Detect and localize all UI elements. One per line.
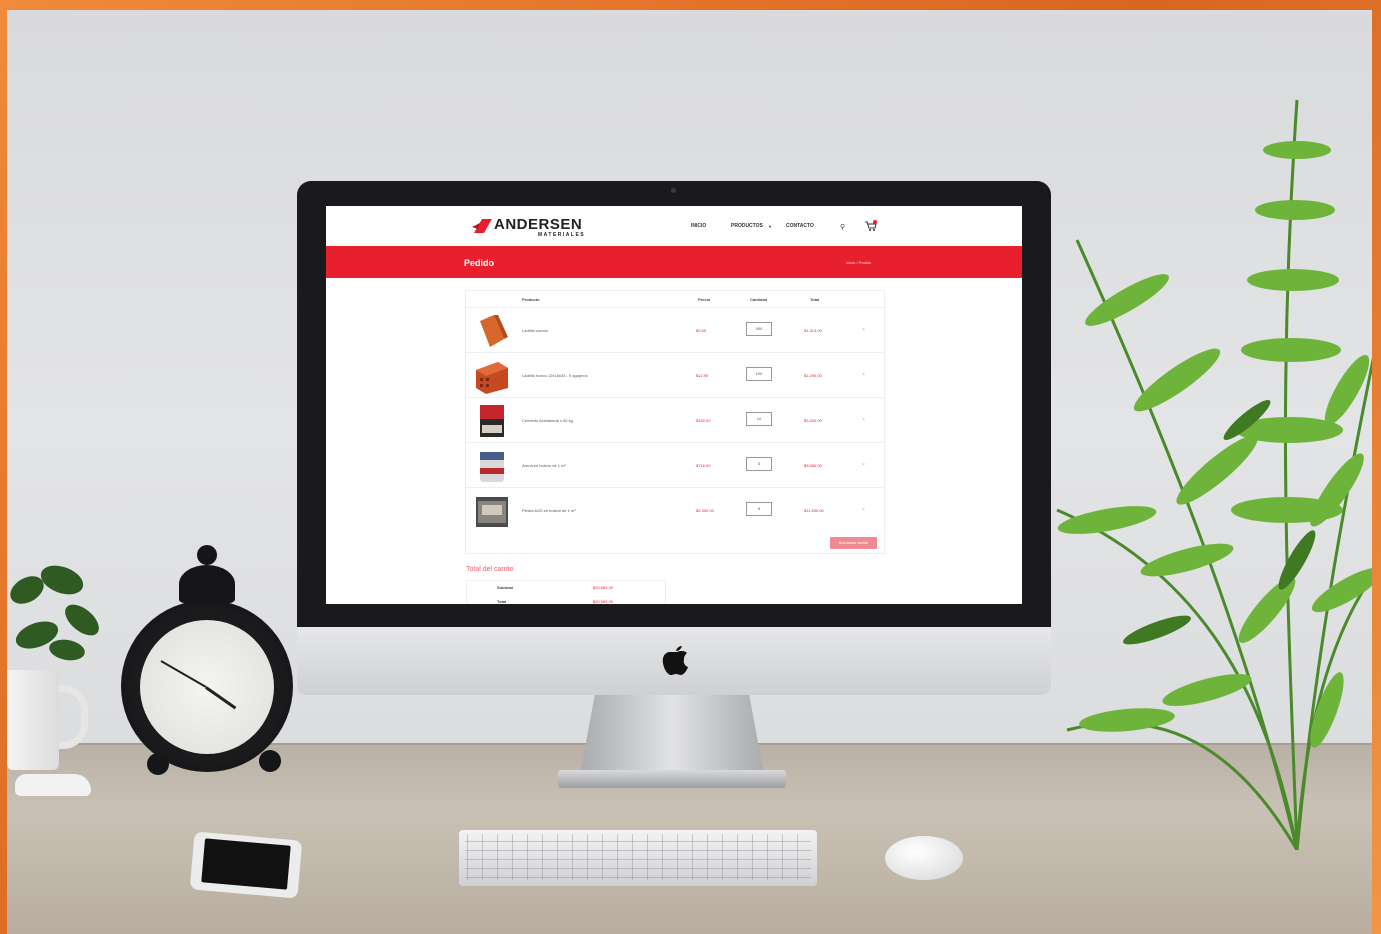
quantity-input[interactable]: 10 (746, 412, 772, 426)
product-name[interactable]: Ladrillo hueco 12x18x33 - 9 agujeros (522, 373, 588, 378)
logo-subtitle: MATERIALES (538, 232, 586, 238)
quantity-input[interactable]: 500 (746, 322, 772, 336)
table-row: Cemento Avellaneda x 50 kg $330,00 10 $3… (466, 397, 884, 443)
chevron-down-icon: ▾ (769, 224, 772, 229)
nav-productos[interactable]: PRODUCTOS (731, 223, 763, 229)
col-header-total: Total (810, 297, 820, 302)
product-price: $2.300,00 (696, 508, 714, 513)
mouse (885, 836, 963, 880)
site-header: ANDERSEN MATERIALES INICIO PRODUCTOS ▾ C… (326, 206, 1022, 246)
remove-item-button[interactable]: × (862, 327, 865, 333)
clock-foot (259, 750, 281, 772)
remove-item-button[interactable]: × (862, 462, 865, 468)
clock-knob (197, 545, 217, 565)
logo-mark-icon (472, 219, 492, 233)
nav-inicio[interactable]: INICIO (691, 223, 706, 229)
product-name[interactable]: Ladrillo común (522, 328, 548, 333)
col-header-product: Producto (522, 297, 540, 302)
product-total: $1.313,00 (804, 328, 822, 333)
brick-icon (480, 315, 508, 347)
remove-item-button[interactable]: × (862, 507, 865, 513)
camera-icon (671, 188, 676, 193)
product-name[interactable]: Piedra 6/20 en bolsón de 1 m³ (522, 508, 576, 513)
subtotal-label: Subtotal (497, 585, 513, 590)
update-cart-button[interactable]: Actualizar carrito (830, 537, 877, 549)
small-plant-icon (10, 565, 99, 661)
cart-totals-title: Total del carrito (466, 566, 514, 573)
table-row: Ladrillo hueco 12x18x33 - 9 agujeros $12… (466, 352, 884, 398)
keyboard-keys (465, 834, 811, 880)
mug (7, 670, 59, 770)
andersen-logo[interactable]: ANDERSEN MATERIALES (472, 215, 604, 239)
product-price: $12,90 (696, 373, 709, 378)
toy-car (15, 774, 91, 796)
total-label: Total (497, 599, 507, 604)
table-row: Piedra 6/20 en bolsón de 1 m³ $2.300,00 … (466, 487, 884, 533)
product-total: $3.580,00 (804, 463, 822, 468)
user-icon[interactable]: ⚲ (840, 223, 845, 231)
subtotal-value: $20.983,00 (593, 585, 614, 590)
product-total: $1.290,00 (804, 373, 822, 378)
fern-plant-icon (1056, 99, 1372, 850)
clock-bell (179, 565, 235, 603)
product-name[interactable]: Cemento Avellaneda x 50 kg (522, 418, 573, 423)
cart-table: Producto Precio Cantidad Total Ladrillo … (465, 290, 885, 554)
remove-item-button[interactable]: × (862, 372, 865, 378)
product-price: $2,59 (696, 328, 707, 333)
product-price: $716,00 (696, 463, 711, 468)
stone-bag-icon (476, 497, 508, 527)
sand-bag-icon (480, 452, 504, 482)
page-title-bar: Pedido Inicio / Pedido (326, 246, 1022, 278)
smartphone-screen (201, 838, 291, 890)
product-name[interactable]: Arena en bolsón de 1 m³ (522, 463, 566, 468)
page-title: Pedido (464, 258, 495, 268)
logo-text: ANDERSEN (494, 216, 583, 233)
imac-stand-base (558, 770, 786, 788)
nav-contacto[interactable]: CONTACTO (786, 223, 814, 229)
hollow-brick-icon (476, 362, 508, 394)
quantity-input[interactable]: 5 (746, 502, 772, 516)
col-header-qty: Cantidad (750, 297, 768, 302)
table-row: Arena en bolsón de 1 m³ $716,00 5 $3.580… (466, 442, 884, 488)
cart-icon[interactable] (864, 220, 878, 232)
remove-item-button[interactable]: × (862, 417, 865, 423)
product-total: $11.500,00 (804, 508, 824, 513)
website-screen: ANDERSEN MATERIALES INICIO PRODUCTOS ▾ C… (326, 206, 1022, 604)
imac-stand (580, 695, 764, 775)
cement-bag-icon (480, 405, 504, 437)
breadcrumb[interactable]: Inicio / Pedido (846, 260, 871, 265)
total-value: $20.983,00 (593, 599, 614, 604)
quantity-input[interactable]: 5 (746, 457, 772, 471)
table-row: Ladrillo común $2,59 500 $1.313,00 × (466, 307, 884, 353)
product-total: $3.300,00 (804, 418, 822, 423)
cart-totals-table: Subtotal $20.983,00 Total $20.983,00 (466, 580, 666, 604)
product-price: $330,00 (696, 418, 711, 423)
quantity-input[interactable]: 100 (746, 367, 772, 381)
apple-logo-icon (662, 646, 688, 675)
col-header-price: Precio (698, 297, 711, 302)
